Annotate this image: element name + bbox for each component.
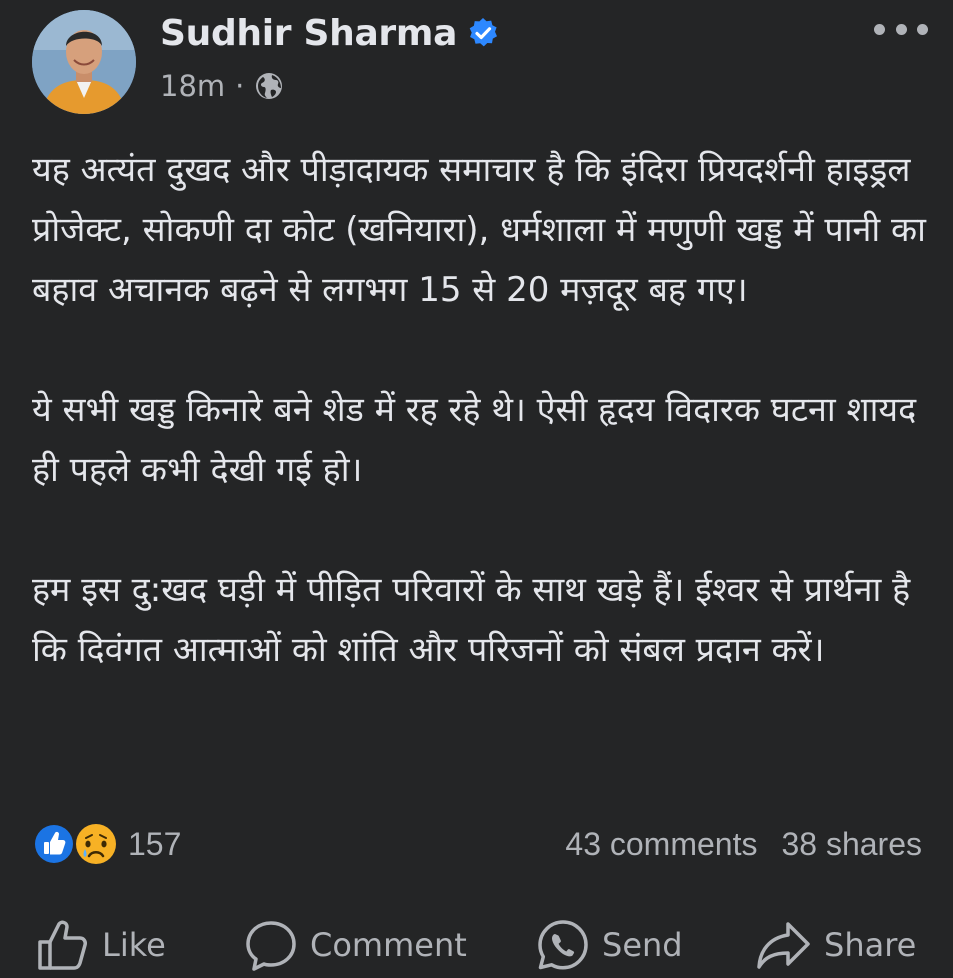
share-button[interactable]: Share [756,912,916,978]
more-dot-icon [874,23,885,35]
post-paragraph: यह अत्यंत दुखद और पीड़ादायक समाचार है कि… [32,150,926,310]
comment-label: Comment [310,926,467,964]
author-name-row: Sudhir Sharma [160,10,499,56]
like-label: Like [102,926,166,964]
author-name[interactable]: Sudhir Sharma [160,13,457,54]
more-dot-icon [917,23,928,35]
send-button[interactable]: Send [536,912,683,978]
send-label: Send [602,926,683,964]
reaction-count[interactable]: 157 [128,824,181,864]
post-paragraph: हम इस दु:खद घड़ी में पीड़ित परिवारों के … [32,570,911,670]
more-dot-icon [895,23,907,35]
sad-reaction-icon [76,824,116,864]
post-paragraph: ये सभी खड्ड किनारे बने शेड में रह रहे थे… [32,390,917,490]
avatar-image [32,10,136,114]
verified-badge-icon [469,18,498,47]
like-icon [38,920,87,970]
globe-icon [256,73,283,99]
like-reaction-icon [33,823,75,865]
post-header: Sudhir Sharma 18m · [0,0,953,130]
share-icon [757,922,810,969]
comment-button[interactable]: Comment [244,912,467,978]
reactions-summary: 157 43 comments 38 shares [32,818,922,870]
post-time[interactable]: 18m [160,69,225,103]
engagement-counts: 43 comments 38 shares [565,824,922,864]
post-meta: 18m · [160,66,284,106]
whatsapp-icon [538,920,588,970]
comment-icon [246,921,296,971]
share-label: Share [824,926,917,964]
author-avatar[interactable] [32,10,136,114]
shares-count[interactable]: 38 shares [781,824,922,864]
post-actions: Like Comment Send Share [0,912,953,978]
comments-count[interactable]: 43 comments [565,824,757,864]
meta-separator: · [235,69,245,103]
like-button[interactable]: Like [36,912,166,978]
more-options-button[interactable] [874,14,928,44]
post-text: यह अत्यंत दुखद और पीड़ादायक समाचार है कि… [32,140,932,680]
reaction-icons[interactable] [32,822,122,866]
